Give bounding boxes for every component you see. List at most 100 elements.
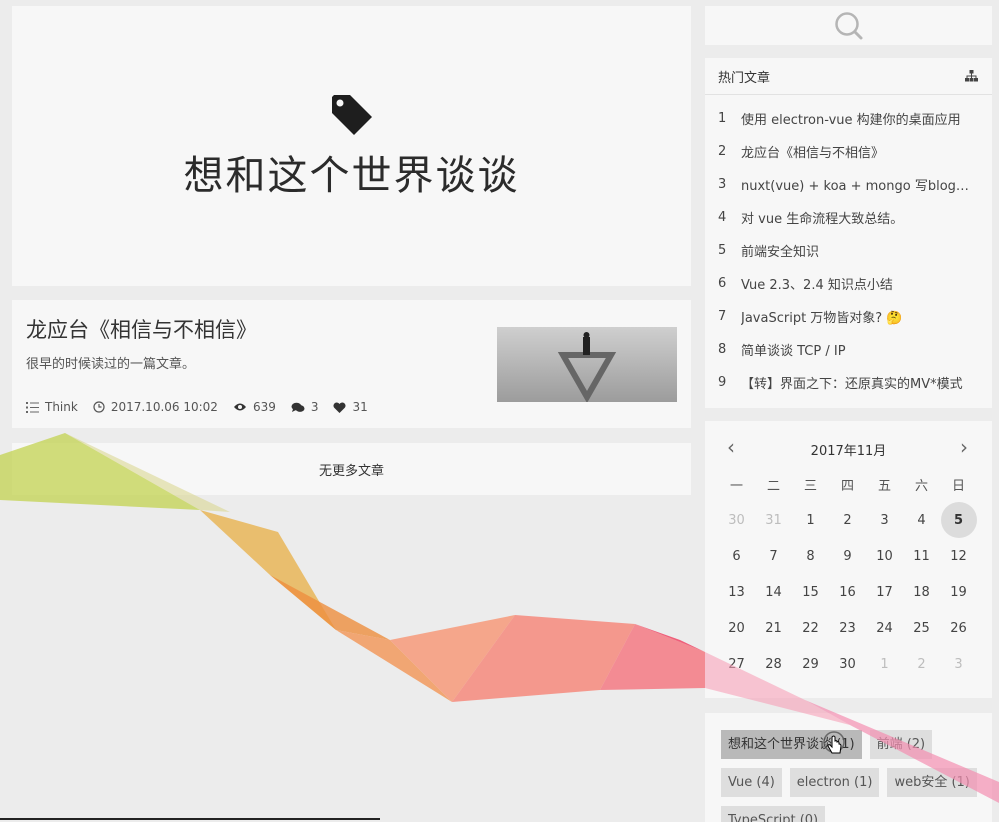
post-views: 639 (233, 400, 276, 414)
hot-post-item[interactable]: 2 龙应台《相信与不相信》 (705, 135, 992, 168)
views-count: 639 (252, 400, 276, 414)
calendar-day[interactable]: 29 (792, 646, 829, 682)
post-date: 2017.10.06 10:02 (93, 400, 218, 414)
hot-post-item[interactable]: 7 JavaScript 万物皆对象? 🤔 (705, 300, 992, 333)
eye-icon (233, 403, 246, 411)
post-title[interactable]: 龙应台《相信与不相信》 (26, 314, 257, 344)
calendar-day[interactable]: 8 (792, 538, 829, 574)
hot-post-item[interactable]: 8 简单谈谈 TCP / IP (705, 333, 992, 366)
calendar-day[interactable]: 20 (718, 610, 755, 646)
calendar-day[interactable]: 14 (755, 574, 792, 610)
tag-item[interactable]: TypeScript (0) (721, 806, 826, 822)
post-category[interactable]: Think (26, 400, 78, 414)
no-more-posts: 无更多文章 (12, 443, 691, 495)
weekday-label: 二 (766, 478, 780, 494)
post-card[interactable]: 龙应台《相信与不相信》 很早的时候读过的一篇文章。 Think 2017.10.… (12, 300, 691, 428)
calendar-day[interactable]: 9 (829, 538, 866, 574)
hot-post-item[interactable]: 1 使用 electron-vue 构建你的桌面应用 (705, 102, 992, 135)
calendar-day[interactable]: 1 (866, 646, 903, 682)
hot-post-rank: 9 (718, 375, 727, 390)
sitemap-icon (965, 70, 978, 82)
calendar-day[interactable]: 18 (903, 574, 940, 610)
list-icon (26, 401, 39, 413)
tag-item[interactable]: web安全 (1) (887, 768, 977, 797)
hot-post-item[interactable]: 6 Vue 2.3、2.4 知识点小结 (705, 267, 992, 300)
category-label: Think (45, 400, 78, 414)
calendar-day[interactable]: 10 (866, 538, 903, 574)
hot-post-rank: 1 (718, 111, 727, 126)
calendar-month: 2017年11月 (810, 444, 887, 459)
date-label: 2017.10.06 10:02 (110, 400, 218, 414)
post-likes: 31 (333, 400, 368, 414)
hot-post-title: 使用 electron-vue 构建你的桌面应用 (741, 113, 961, 128)
calendar-day[interactable]: 6 (718, 538, 755, 574)
hot-post-title: 对 vue 生命流程大致总结。 (741, 212, 904, 227)
calendar-day[interactable]: 12 (940, 538, 977, 574)
tag-hero: 想和这个世界谈谈 (12, 6, 691, 286)
hot-post-title: nuxt(vue) + koa + mongo 写blog的一些总结 (741, 179, 976, 194)
comments-icon (291, 402, 305, 412)
tag-item[interactable]: Vue (4) (721, 768, 782, 797)
weekday-label: 三 (803, 478, 817, 494)
hot-post-title: JavaScript 万物皆对象? 🤔 (741, 311, 903, 326)
heart-icon (333, 401, 346, 413)
calendar-day[interactable]: 13 (718, 574, 755, 610)
calendar-day[interactable]: 17 (866, 574, 903, 610)
calendar-day[interactable]: 19 (940, 574, 977, 610)
post-excerpt: 很早的时候读过的一篇文章。 (26, 357, 196, 372)
search-button[interactable] (705, 6, 992, 45)
calendar-day[interactable]: 2 (903, 646, 940, 682)
tag-item[interactable]: 想和这个世界谈谈 (1) (721, 730, 862, 759)
calendar-day[interactable]: 11 (903, 538, 940, 574)
calendar-day[interactable]: 31 (755, 502, 792, 538)
calendar-next-button[interactable]: › (960, 437, 968, 457)
calendar-day[interactable]: 22 (792, 610, 829, 646)
tag-item[interactable]: electron (1) (789, 768, 880, 797)
calendar-day[interactable]: 25 (903, 610, 940, 646)
hot-post-rank: 3 (718, 177, 727, 192)
calendar-day[interactable]: 1 (792, 502, 829, 538)
calendar-day[interactable]: 15 (792, 574, 829, 610)
comments-count: 3 (310, 400, 319, 414)
calendar-day[interactable]: 3 (866, 502, 903, 538)
hot-post-title: 简单谈谈 TCP / IP (741, 344, 846, 359)
hot-post-item[interactable]: 5 前端安全知识 (705, 234, 992, 267)
hot-post-item[interactable]: 4 对 vue 生命流程大致总结。 (705, 201, 992, 234)
calendar-grid: 一 二 三 四 五 六 日 30 31 1 2 3 4 5 6 7 8 9 10… (718, 466, 980, 682)
hot-posts-panel: 热门文章 1 使用 electron-vue 构建你的桌面应用 2 龙应台《相信与不… (705, 58, 992, 408)
calendar-day[interactable]: 3 (940, 646, 977, 682)
post-thumbnail[interactable] (497, 327, 677, 402)
hot-posts-title: 热门文章 (718, 70, 771, 86)
post-meta: Think 2017.10.06 10:02 639 3 31 (26, 400, 383, 414)
calendar-day[interactable]: 2 (829, 502, 866, 538)
tag-item[interactable]: 前端 (2) (869, 730, 933, 759)
tag-icon (331, 95, 372, 135)
weekday-label: 四 (840, 478, 854, 494)
hot-post-item[interactable]: 9 【转】界面之下：还原真实的MV*模式 (705, 366, 992, 399)
calendar-day[interactable]: 27 (718, 646, 755, 682)
weekday-label: 一 (729, 478, 743, 494)
calendar-day[interactable]: 7 (755, 538, 792, 574)
calendar-day[interactable]: 30 (718, 502, 755, 538)
hot-post-rank: 5 (718, 243, 727, 258)
calendar-day[interactable]: 26 (940, 610, 977, 646)
hot-post-title: Vue 2.3、2.4 知识点小结 (741, 278, 893, 293)
tags-panel: 想和这个世界谈谈 (1) 前端 (2) Vue (4) electron (1)… (705, 713, 992, 822)
post-comments: 3 (291, 400, 319, 414)
calendar-day[interactable]: 16 (829, 574, 866, 610)
hero-title: 想和这个世界谈谈 (183, 153, 520, 199)
tag-cloud: 想和这个世界谈谈 (1) 前端 (2) Vue (4) electron (1)… (721, 730, 992, 822)
calendar-day[interactable]: 28 (755, 646, 792, 682)
calendar-day[interactable]: 21 (755, 610, 792, 646)
hot-post-title: 前端安全知识 (741, 245, 820, 260)
weekday-label: 五 (877, 478, 891, 494)
calendar-day-today[interactable]: 5 (940, 502, 977, 538)
hot-post-rank: 4 (718, 210, 727, 225)
weekday-label: 六 (914, 478, 928, 494)
calendar-day[interactable]: 30 (829, 646, 866, 682)
calendar-day[interactable]: 4 (903, 502, 940, 538)
calendar-day[interactable]: 23 (829, 610, 866, 646)
calendar-day[interactable]: 24 (866, 610, 903, 646)
hot-post-item[interactable]: 3 nuxt(vue) + koa + mongo 写blog的一些总结 (705, 168, 992, 201)
weekday-label: 日 (951, 478, 965, 494)
